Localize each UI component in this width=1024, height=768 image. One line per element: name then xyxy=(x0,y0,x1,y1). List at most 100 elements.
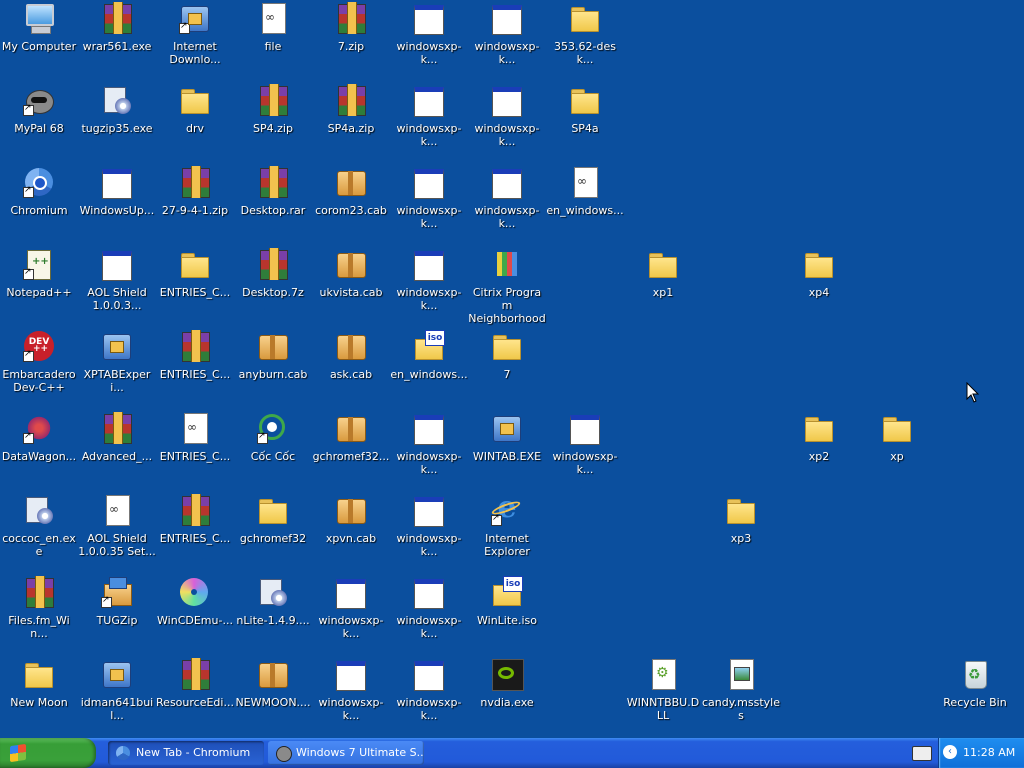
desktop-icon[interactable]: windowsxp-k... xyxy=(390,166,468,230)
desktop-icon[interactable]: ENTRIES_C... xyxy=(156,248,234,299)
desktop-icon[interactable]: wrar561.exe xyxy=(78,2,156,53)
desktop-icon[interactable]: ENTRIES_C... xyxy=(156,494,234,545)
desktop-icon-label: en_windows... xyxy=(546,204,624,217)
desktop-icon[interactable]: NEWMOON.... xyxy=(234,658,312,709)
desktop-icon[interactable]: Recycle Bin xyxy=(936,658,1014,709)
desktop-icon[interactable]: tugzip35.exe xyxy=(78,84,156,135)
desktop-icon-label: windowsxp-k... xyxy=(396,122,462,148)
desktop-icon[interactable]: Embarcadero Dev-C++ xyxy=(0,330,78,394)
desktop-icon[interactable]: windowsxp-k... xyxy=(390,576,468,640)
desktop-icon[interactable]: windowsxp-k... xyxy=(390,2,468,66)
desktop-icon[interactable]: idman641buil... xyxy=(78,658,156,722)
desktop-icon[interactable]: windowsxp-k... xyxy=(468,2,546,66)
desktop-icon[interactable]: ResourceEdi... xyxy=(156,658,234,709)
desktop-icon-label: windowsxp-k... xyxy=(396,40,462,66)
desktop-icon[interactable]: ENTRIES_C... xyxy=(156,330,234,381)
desktop-icon-label: nvdia.exe xyxy=(480,696,534,709)
desktop-icon[interactable]: gchromef32... xyxy=(312,412,390,463)
taskbar-button-windows7[interactable]: Windows 7 Ultimate S... xyxy=(268,741,424,765)
desktop-icon[interactable]: file xyxy=(234,2,312,53)
desktop-icon[interactable]: coccoc_en.exe xyxy=(0,494,78,558)
desktop-icon[interactable]: xp4 xyxy=(780,248,858,299)
dev-icon xyxy=(23,330,55,362)
desktop-icon[interactable]: SP4.zip xyxy=(234,84,312,135)
shortcut-arrow-icon xyxy=(179,21,190,34)
desktop-icon[interactable]: xp3 xyxy=(702,494,780,545)
desktop-icon[interactable]: 7.zip xyxy=(312,2,390,53)
desktop-icon[interactable]: Chromium xyxy=(0,166,78,217)
desktop-icon[interactable]: 353.62-desk... xyxy=(546,2,624,66)
mypal-icon xyxy=(276,746,292,762)
setup-icon xyxy=(257,576,289,608)
desktop-icon[interactable]: anyburn.cab xyxy=(234,330,312,381)
desktop-icon[interactable]: xp1 xyxy=(624,248,702,299)
desktop-icon-label: xp1 xyxy=(652,286,674,299)
desktop-icon[interactable]: Desktop.7z xyxy=(234,248,312,299)
start-button[interactable] xyxy=(0,738,96,768)
desktop-icon[interactable]: AOL Shield 1.0.0.35 Set... xyxy=(78,494,156,558)
desktop-icon[interactable]: WINTAB.EXE xyxy=(468,412,546,463)
desktop-icon[interactable]: Advanced_... xyxy=(78,412,156,463)
desktop-icon[interactable]: 27-9-4-1.zip xyxy=(156,166,234,217)
desktop-icon[interactable]: windowsxp-k... xyxy=(390,658,468,722)
clock[interactable]: 11:28 AM xyxy=(963,738,1015,768)
desktop-icon[interactable]: DataWagon... xyxy=(0,412,78,463)
rar-icon xyxy=(179,166,211,198)
folder-icon xyxy=(569,84,601,116)
desktop-icon[interactable]: My Computer xyxy=(0,2,78,53)
desktop-icon[interactable]: Internet Explorer xyxy=(468,490,546,558)
desktop-icon[interactable]: drv xyxy=(156,84,234,135)
desktop-icon[interactable]: windowsxp-k... xyxy=(468,84,546,148)
desktop-icon[interactable]: xpvn.cab xyxy=(312,494,390,545)
desktop-icon[interactable]: xp xyxy=(858,412,936,463)
desktop-icon[interactable]: WINNTBBU.DLL xyxy=(624,658,702,722)
desktop-icon-label: 7.zip xyxy=(337,40,365,53)
desktop-icon[interactable]: MyPal 68 xyxy=(0,84,78,135)
desktop-icon[interactable]: Internet Downlo... xyxy=(156,2,234,66)
desktop-icon[interactable]: windowsxp-k... xyxy=(390,494,468,558)
desktop-icon[interactable]: TUGZip xyxy=(78,576,156,627)
folder-icon xyxy=(569,2,601,34)
desktop-icon[interactable]: windowsxp-k... xyxy=(390,412,468,476)
desktop-icon[interactable]: windowsxp-k... xyxy=(390,84,468,148)
desktop-icon-label: corom23.cab xyxy=(315,204,387,217)
desktop-icon[interactable]: candy.msstyles xyxy=(702,658,780,722)
desktop-icon[interactable]: ENTRIES_C... xyxy=(156,412,234,463)
desktop-icon-label: Chromium xyxy=(10,204,68,217)
desktop-icon[interactable]: Citrix Program Neighborhood xyxy=(468,248,546,325)
tray-expand-arrow-icon[interactable]: ‹ xyxy=(943,745,957,759)
shortcut-arrow-icon xyxy=(23,267,34,280)
desktop-icon[interactable]: Files.fm_Win... xyxy=(0,576,78,640)
keyboard-icon[interactable] xyxy=(912,746,932,761)
desktop-icon[interactable]: xp2 xyxy=(780,412,858,463)
desktop-icon[interactable]: windowsxp-k... xyxy=(312,658,390,722)
desktop-icon[interactable]: AOL Shield 1.0.0.3... xyxy=(78,248,156,312)
desktop-icon[interactable]: gchromef32 xyxy=(234,494,312,545)
taskbar-button-chromium[interactable]: New Tab - Chromium xyxy=(108,741,264,765)
desktop-icon[interactable]: New Moon xyxy=(0,658,78,709)
desktop-icon[interactable]: WinCDEmu-... xyxy=(156,576,234,627)
desktop-icon[interactable]: ukvista.cab xyxy=(312,248,390,299)
computer-icon xyxy=(23,2,55,34)
desktop-icon[interactable]: Notepad++ xyxy=(0,248,78,299)
msstyles-icon xyxy=(725,658,757,690)
desktop-icon[interactable]: SP4a.zip xyxy=(312,84,390,135)
desktop-icon[interactable]: nvdia.exe xyxy=(468,658,546,709)
desktop-icon[interactable]: en_windows... xyxy=(390,330,468,381)
desktop-icon-label: windowsxp-k... xyxy=(396,696,462,722)
desktop-icon[interactable]: windowsxp-k... xyxy=(468,166,546,230)
desktop-icon[interactable]: windowsxp-k... xyxy=(546,412,624,476)
desktop-icon[interactable]: windowsxp-k... xyxy=(390,248,468,312)
desktop-icon[interactable]: en_windows... xyxy=(546,166,624,217)
desktop-icon[interactable]: corom23.cab xyxy=(312,166,390,217)
desktop-icon[interactable]: WinLite.iso xyxy=(468,576,546,627)
desktop-icon[interactable]: Cốc Cốc xyxy=(234,412,312,463)
desktop-icon[interactable]: SP4a xyxy=(546,84,624,135)
desktop-icon[interactable]: Desktop.rar xyxy=(234,166,312,217)
desktop-icon[interactable]: WindowsUp... xyxy=(78,166,156,217)
desktop-icon[interactable]: 7 xyxy=(468,330,546,381)
desktop-icon[interactable]: windowsxp-k... xyxy=(312,576,390,640)
desktop-icon[interactable]: XPTABExperi... xyxy=(78,330,156,394)
desktop-icon[interactable]: nLite-1.4.9.... xyxy=(234,576,312,627)
desktop-icon[interactable]: ask.cab xyxy=(312,330,390,381)
